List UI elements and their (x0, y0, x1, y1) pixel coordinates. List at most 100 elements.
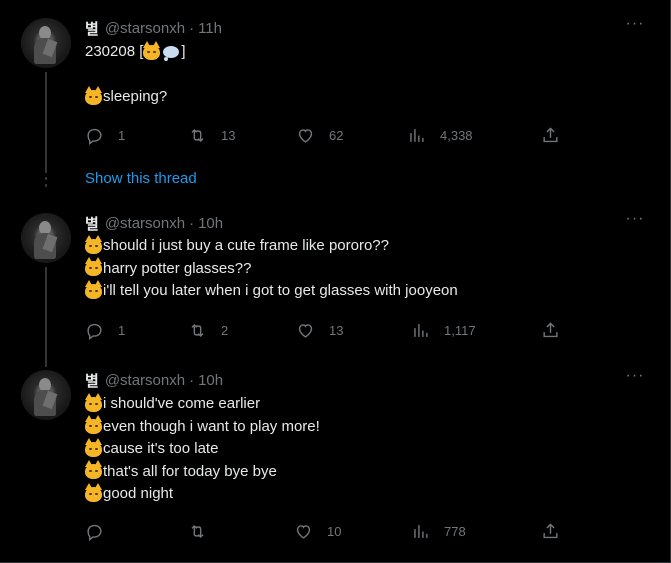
views-chart-icon (410, 129, 424, 142)
more-options-button[interactable]: ··· (624, 16, 646, 38)
tweet-line: cause it's too late (85, 437, 646, 461)
cat-emoji-icon (85, 392, 102, 412)
tweet-line-text: good night (103, 485, 174, 502)
reply-button[interactable]: 1 (85, 126, 125, 145)
heart-icon (298, 324, 313, 338)
cat-emoji-icon (85, 234, 102, 254)
reply-button[interactable] (85, 522, 118, 541)
tweet-line: harry potter glasses?? (85, 257, 646, 281)
tweet-actions: 10 778 (85, 522, 565, 542)
separator: · (189, 19, 195, 37)
tweet-line: sleeping? (85, 85, 646, 109)
timeline: 별 @starsonxh · 11h 230208 [ ] sleeping? … (0, 0, 671, 563)
reply-icon (87, 323, 102, 340)
retweet-button[interactable] (188, 522, 221, 541)
cat-emoji-icon (85, 85, 102, 105)
share-icon (543, 127, 558, 143)
like-button[interactable]: 10 (294, 522, 341, 541)
retweet-count: 2 (221, 323, 229, 338)
views-button[interactable]: 1,117 (411, 321, 476, 340)
user-handle[interactable]: @starsonxh (105, 215, 185, 232)
views-count: 4,338 (440, 128, 473, 143)
display-name[interactable]: 별 (85, 213, 99, 234)
avatar[interactable] (21, 18, 71, 68)
tweet-line: i'll tell you later when i got to get gl… (85, 279, 646, 303)
display-name[interactable]: 별 (85, 370, 99, 391)
more-options-button[interactable]: ··· (624, 368, 646, 390)
tweet-1[interactable]: 별 @starsonxh · 11h 230208 [ ] sleeping? … (0, 16, 670, 172)
views-count: 1,117 (444, 323, 476, 338)
tweet-line-text: should i just buy a cute frame like poro… (103, 237, 389, 254)
more-options-button[interactable]: ··· (624, 211, 646, 233)
timestamp[interactable]: 10h (198, 372, 223, 389)
avatar[interactable] (21, 213, 71, 263)
cat-emoji-icon (85, 279, 102, 299)
thread-connector (45, 267, 47, 367)
reply-button[interactable]: 1 (85, 321, 125, 340)
tweet-line-text: i should've come earlier (103, 395, 261, 412)
reply-icon (87, 524, 102, 541)
reply-count: 1 (118, 128, 126, 143)
share-button[interactable] (541, 522, 560, 541)
heart-icon (296, 525, 311, 539)
user-handle[interactable]: @starsonxh (105, 372, 185, 389)
cat-emoji-icon (85, 460, 102, 480)
cat-emoji-icon (85, 415, 102, 435)
thread-gap-dots (45, 170, 47, 191)
tweet-line-text: 230208 [ (85, 43, 144, 60)
thought-bubble-icon (163, 46, 180, 62)
tweet-line-text: harry potter glasses?? (103, 259, 252, 277)
like-count: 13 (329, 323, 344, 338)
tweet-text: i should've come earlier even though i w… (85, 392, 646, 506)
reply-icon (87, 128, 102, 145)
tweet-line-text: cause it's too late (103, 440, 219, 457)
user-handle[interactable]: @starsonxh (105, 20, 185, 37)
retweet-button[interactable]: 13 (188, 126, 235, 145)
display-name[interactable]: 별 (85, 18, 99, 39)
reply-count: 1 (118, 323, 126, 338)
retweet-icon (191, 524, 204, 539)
tweet-text: 230208 [ ] sleeping? (85, 40, 646, 109)
cat-emoji-icon (85, 437, 102, 457)
tweet-line: good night (85, 482, 646, 506)
tweet-actions: 1 2 13 1,117 (85, 321, 565, 341)
heart-icon (298, 129, 313, 143)
tweet-line-text: even though i want to play more! (103, 417, 320, 435)
cat-emoji-icon (85, 482, 102, 502)
tweet-line-text: sleeping? (103, 88, 168, 105)
tweet-3[interactable]: 별 @starsonxh · 10h i should've come earl… (0, 368, 670, 555)
like-button[interactable]: 13 (296, 321, 343, 340)
retweet-icon (191, 128, 204, 143)
tweet-line: should i just buy a cute frame like poro… (85, 234, 646, 258)
tweet-actions: 1 13 62 4,338 (85, 126, 565, 146)
like-button[interactable]: 62 (296, 126, 343, 145)
tweet-line: i should've come earlier (85, 392, 646, 416)
share-icon (543, 322, 558, 338)
tweet-2[interactable]: 별 @starsonxh · 10h should i just buy a c… (0, 211, 670, 367)
share-icon (543, 523, 558, 539)
retweet-button[interactable]: 2 (188, 321, 228, 340)
tweet-line-text: i'll tell you later when i got to get gl… (103, 282, 458, 299)
like-count: 10 (327, 524, 342, 539)
cat-emoji-icon (143, 40, 161, 60)
views-button[interactable]: 4,338 (407, 126, 473, 145)
views-chart-icon (414, 324, 428, 337)
views-count: 778 (444, 524, 466, 539)
separator: · (189, 371, 195, 389)
tweet-header: 별 @starsonxh · 10h (85, 370, 646, 390)
retweet-count: 13 (221, 128, 236, 143)
timestamp[interactable]: 10h (198, 215, 223, 232)
timestamp[interactable]: 11h (198, 20, 222, 37)
views-chart-icon (414, 525, 428, 538)
views-button[interactable]: 778 (411, 522, 466, 541)
share-button[interactable] (541, 126, 560, 145)
tweet-line: even though i want to play more! (85, 415, 646, 439)
tweet-line: that's all for today bye bye (85, 460, 646, 484)
show-thread-link[interactable]: Show this thread (85, 170, 197, 187)
tweet-text: should i just buy a cute frame like poro… (85, 234, 646, 303)
tweet-line: 230208 [ ] (85, 40, 646, 64)
share-button[interactable] (541, 321, 560, 340)
separator: · (189, 214, 195, 232)
avatar[interactable] (21, 370, 71, 420)
